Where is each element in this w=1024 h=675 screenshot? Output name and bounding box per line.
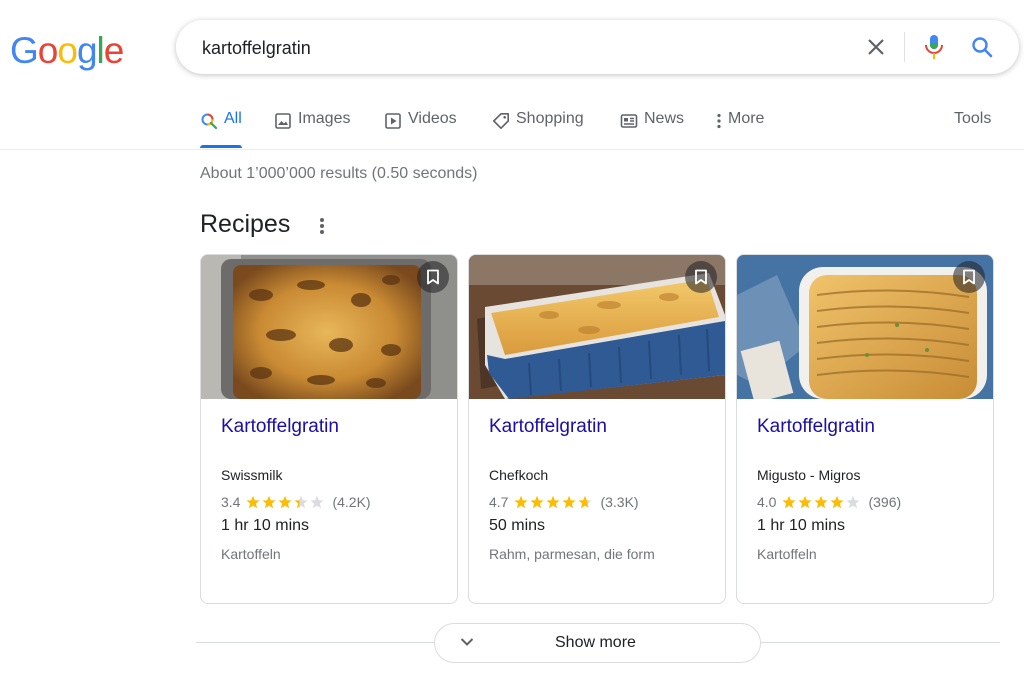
recipe-source: Chefkoch [489,467,549,483]
star-icon [262,495,276,509]
tab-more[interactable]: More [714,110,764,148]
bookmark-icon [695,269,707,285]
tab-label: Videos [408,110,457,127]
recipes-heading: Recipes [200,210,291,238]
tools-button[interactable]: Tools [954,110,991,128]
star-icon [246,495,260,509]
tab-label: Images [298,110,351,127]
star-rating [246,495,326,509]
recipe-card[interactable]: Kartoffelgratin Chefkoch 4.7 (3.3K) 50 m… [468,254,726,604]
more-vert-icon [717,113,721,129]
star-icon [546,495,560,509]
logo-letter: o [57,30,78,71]
star-icon [782,495,796,509]
recipe-title[interactable]: Kartoffelgratin [757,416,875,438]
google-logo[interactable]: Google [10,30,125,72]
recipe-ingredients: Kartoffeln [757,546,817,562]
bookmark-icon [963,269,975,285]
video-icon [385,113,401,129]
rating-value: 4.7 [489,494,509,510]
tab-label: More [728,110,765,127]
tab-shopping[interactable]: Shopping [492,110,584,148]
tab-label: News [644,110,685,127]
star-icon [846,495,860,509]
star-icon [798,495,812,509]
show-more-label: Show more [555,634,636,651]
star-icon [578,495,592,509]
rating-value: 4.0 [757,494,777,510]
logo-letter: e [103,30,125,71]
star-icon [278,495,292,509]
chevron-down-icon [460,638,474,646]
search-box [176,20,1019,74]
star-icon [294,495,308,509]
show-more-button[interactable]: Show more [434,623,761,663]
recipe-card[interactable]: Kartoffelgratin Swissmilk 3.4 (4.2K) 1 h… [200,254,458,604]
tab-label: Shopping [516,110,584,127]
review-count: (3.3K) [600,494,639,510]
star-icon [530,495,544,509]
tab-news[interactable]: News [620,110,684,148]
logo-letter: G [10,30,39,71]
tag-icon [493,113,509,129]
star-rating [514,495,594,509]
recipe-rating: 4.7 (3.3K) [489,494,639,510]
close-icon[interactable] [864,35,888,59]
star-icon [814,495,828,509]
tab-videos[interactable]: Videos [384,110,457,148]
recipe-time: 1 hr 10 mins [757,517,846,534]
recipe-source: Swissmilk [221,467,283,483]
bookmark-icon [427,269,439,285]
microphone-icon[interactable] [922,34,946,60]
search-divider [904,32,905,62]
star-icon [310,495,324,509]
logo-letter: g [76,30,98,71]
bookmark-button[interactable] [953,261,985,293]
star-icon [562,495,576,509]
image-icon [275,113,291,129]
recipe-source: Migusto - Migros [757,467,861,483]
recipe-title[interactable]: Kartoffelgratin [489,416,607,438]
recipe-card[interactable]: Kartoffelgratin Migusto - Migros 4.0 (39… [736,254,994,604]
recipe-title[interactable]: Kartoffelgratin [221,416,339,438]
recipe-time: 50 mins [489,517,546,534]
star-icon [514,495,528,509]
result-stats: About 1’000’000 results (0.50 seconds) [200,165,478,182]
review-count: (396) [868,494,902,510]
search-icon[interactable] [970,35,994,59]
recipe-rating: 4.0 (396) [757,494,901,510]
recipe-ingredients: Kartoffeln [221,546,281,562]
bookmark-button[interactable] [417,261,449,293]
star-icon [830,495,844,509]
star-rating [782,495,862,509]
search-icon [201,113,218,130]
recipe-ingredients: Rahm, parmesan, die form [489,546,655,562]
search-input[interactable] [200,30,844,66]
recipe-time: 1 hr 10 mins [221,517,310,534]
newspaper-icon [620,114,638,128]
tab-images[interactable]: Images [274,110,350,148]
rating-value: 3.4 [221,494,241,510]
more-vert-icon[interactable] [316,214,328,238]
tab-all[interactable]: All [200,110,242,148]
recipe-rating: 3.4 (4.2K) [221,494,371,510]
search-tabs: All Images Videos Shopping News More Too… [0,100,1024,150]
review-count: (4.2K) [332,494,371,510]
tab-label: All [224,110,242,127]
logo-letter: o [37,30,59,71]
bookmark-button[interactable] [685,261,717,293]
logo-letter: l [96,30,105,71]
